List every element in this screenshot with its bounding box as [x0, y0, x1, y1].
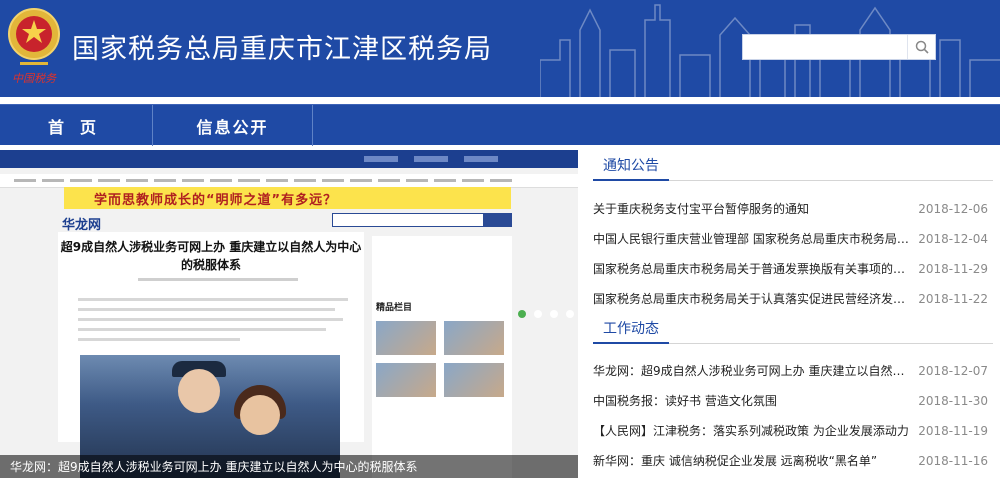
slide-ad-banner: 学而思教师成长的“明师之道”有多远？ — [64, 187, 511, 209]
notice-panel: 通知公告 关于重庆税务支付宝平台暂停服务的通知 2018-12-06 中国人民银… — [593, 155, 993, 314]
news-slider[interactable]: 学而思教师成长的“明师之道”有多远？ 华龙网 超9成自然人涉税业务可网上办 重庆… — [0, 150, 578, 478]
slide-search-decoration — [332, 213, 512, 227]
notice-list-item[interactable]: 国家税务总局重庆市税务局关于认真落实促进民营经济发展若干... 2018-11-… — [593, 284, 993, 314]
work-news-list-item[interactable]: 新华网：重庆 诚信纳税促企业发展 远离税收“黑名单” 2018-11-16 — [593, 446, 993, 476]
notice-list-item[interactable]: 关于重庆税务支付宝平台暂停服务的通知 2018-12-06 — [593, 194, 993, 224]
notice-list: 关于重庆税务支付宝平台暂停服务的通知 2018-12-06 中国人民银行重庆营业… — [593, 194, 993, 314]
tax-emblem-logo: 中国税务 — [8, 8, 60, 85]
notice-panel-title[interactable]: 通知公告 — [593, 155, 669, 181]
work-news-panel: 工作动态 华龙网：超9成自然人涉税业务可网上办 重庆建立以自然人为中... 20… — [593, 318, 993, 476]
work-news-item-date: 2018-11-16 — [918, 454, 988, 468]
notice-list-item[interactable]: 中国人民银行重庆营业管理部 国家税务总局重庆市税务局关于... 2018-12-… — [593, 224, 993, 254]
slide-site-logo: 华龙网 — [62, 218, 102, 233]
slide-article-text — [78, 298, 348, 348]
slider-dot-1[interactable] — [518, 310, 526, 318]
search-box — [742, 34, 936, 60]
site-header: 中国税务 国家税务总局重庆市江津区税务局 — [0, 0, 1000, 97]
main-nav: 首页 信息公开 — [0, 104, 1000, 146]
slide-article-meta — [138, 278, 298, 281]
work-news-panel-title[interactable]: 工作动态 — [593, 318, 669, 344]
notice-item-title[interactable]: 国家税务总局重庆市税务局关于认真落实促进民营经济发展若干... — [593, 284, 913, 314]
work-news-item-date: 2018-11-30 — [918, 394, 988, 408]
search-button[interactable] — [907, 35, 935, 59]
work-news-item-title[interactable]: 【人民网】江津税务：落实系列减税政策 为企业发展添动力 — [593, 416, 913, 446]
nav-item-home[interactable]: 首页 — [0, 105, 153, 146]
notice-list-item[interactable]: 国家税务总局重庆市税务局关于普通发票换版有关事项的通告 2018-11-29 — [593, 254, 993, 284]
slide-caption[interactable]: 华龙网：超9成自然人涉税业务可网上办 重庆建立以自然人为中心的税服体系 — [0, 455, 578, 478]
slider-dot-2[interactable] — [534, 310, 542, 318]
search-input[interactable] — [743, 35, 909, 59]
work-news-item-date: 2018-11-19 — [918, 424, 988, 438]
work-news-item-date: 2018-12-07 — [918, 364, 988, 378]
search-icon — [915, 40, 929, 54]
work-news-list: 华龙网：超9成自然人涉税业务可网上办 重庆建立以自然人为中... 2018-12… — [593, 356, 993, 476]
work-news-list-item[interactable]: 华龙网：超9成自然人涉税业务可网上办 重庆建立以自然人为中... 2018-12… — [593, 356, 993, 386]
nav-item-info-disclosure[interactable]: 信息公开 — [153, 105, 313, 146]
notice-item-date: 2018-12-06 — [918, 202, 988, 216]
notice-item-date: 2018-11-29 — [918, 262, 988, 276]
slide-sidebar: 精品栏目 — [372, 236, 512, 478]
notice-item-date: 2018-12-04 — [918, 232, 988, 246]
slide-topbar — [0, 150, 578, 168]
work-news-item-title[interactable]: 新华网：重庆 诚信纳税促企业发展 远离税收“黑名单” — [593, 446, 913, 476]
slide-article-title: 超9成自然人涉税业务可网上办 重庆建立以自然人为中心的税服体系 — [60, 240, 362, 272]
slider-dot-4[interactable] — [566, 310, 574, 318]
slide-sidebar-heading: 精品栏目 — [376, 303, 413, 313]
work-news-list-item[interactable]: 中国税务报：读好书 营造文化氛围 2018-11-30 — [593, 386, 993, 416]
notice-item-date: 2018-11-22 — [918, 292, 988, 306]
work-news-item-title[interactable]: 中国税务报：读好书 营造文化氛围 — [593, 386, 913, 416]
slider-dot-3[interactable] — [550, 310, 558, 318]
work-news-item-title[interactable]: 华龙网：超9成自然人涉税业务可网上办 重庆建立以自然人为中... — [593, 356, 913, 386]
slider-dots — [518, 310, 574, 318]
work-news-list-item[interactable]: 【人民网】江津税务：落实系列减税政策 为企业发展添动力 2018-11-19 — [593, 416, 993, 446]
notice-item-title[interactable]: 国家税务总局重庆市税务局关于普通发票换版有关事项的通告 — [593, 254, 913, 284]
emblem-text: 中国税务 — [12, 72, 57, 85]
slide-linkbar — [0, 174, 578, 188]
notice-item-title[interactable]: 关于重庆税务支付宝平台暂停服务的通知 — [593, 194, 913, 224]
site-title: 国家税务总局重庆市江津区税务局 — [72, 34, 492, 65]
notice-item-title[interactable]: 中国人民银行重庆营业管理部 国家税务总局重庆市税务局关于... — [593, 224, 913, 254]
